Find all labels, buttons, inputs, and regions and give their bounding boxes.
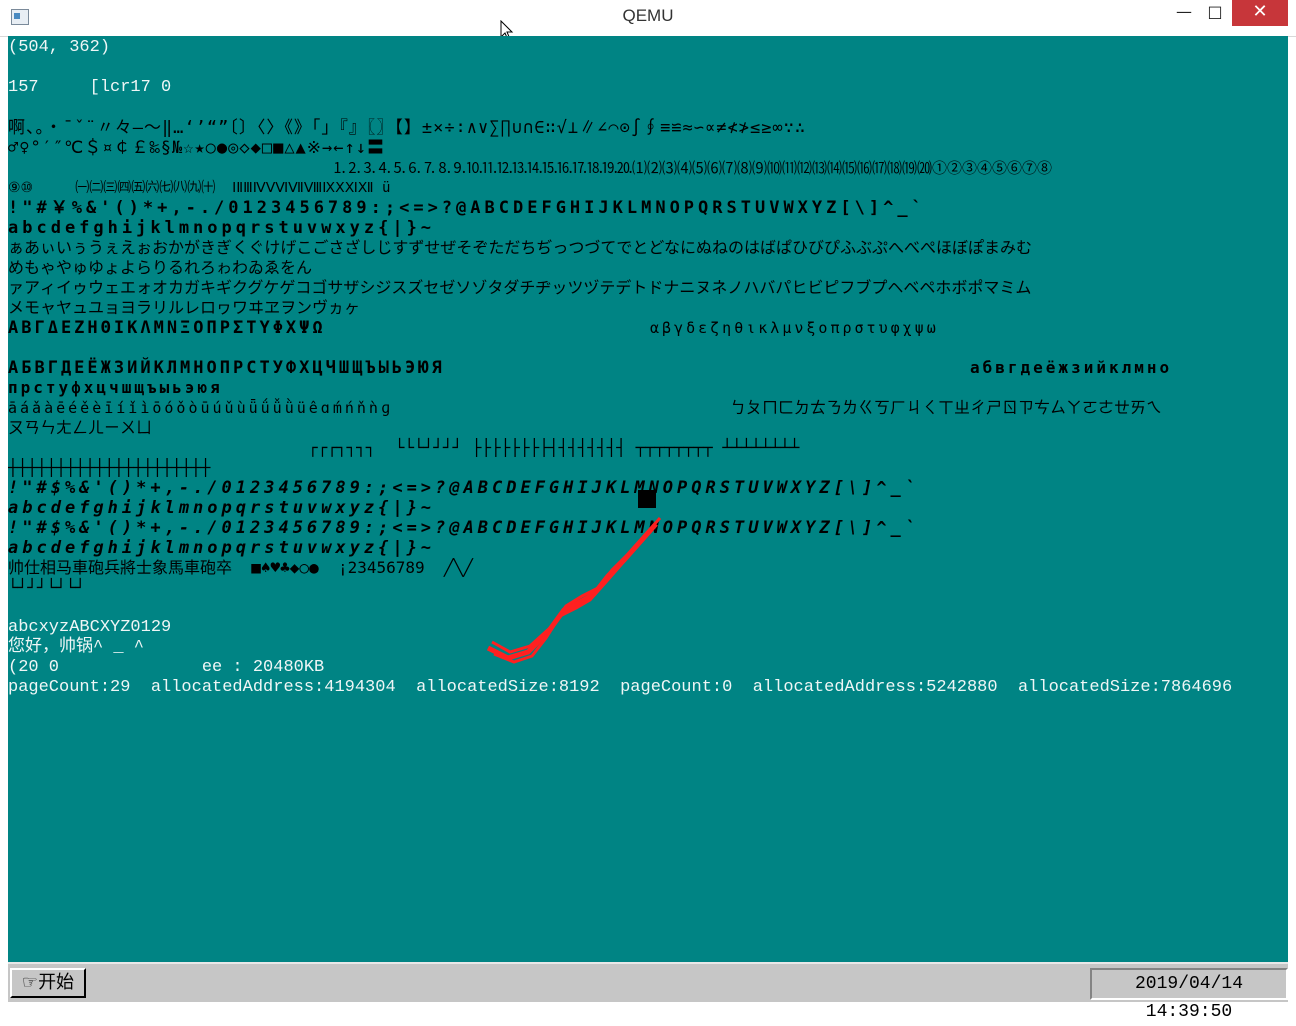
maximize-button[interactable]: □ (1199, 0, 1231, 26)
window-title: QEMU (622, 6, 674, 25)
red-snake-trail (486, 517, 662, 664)
greeting-text-line: 您好，帅锅^ _ ^ (8, 638, 145, 657)
allocation-info-line: pageCount:29 allocatedAddress:4194304 al… (8, 678, 1233, 697)
minimize-button[interactable]: — (1168, 0, 1200, 26)
taskbar-clock: 2019/04/14 14:39:50 (1090, 968, 1288, 1022)
window-titlebar[interactable]: QEMU — □ ✕ (0, 0, 1296, 37)
memory-free-line: (20 0 ee : 20480KB (8, 658, 325, 677)
guest-screen[interactable]: (504, 362) 157 [lcr17 0 啊、。・ˉˇ¨〃々—～‖…‘’“… (8, 36, 1288, 962)
start-label: 开始 (38, 972, 75, 993)
sample-text-line: abcxyzABCXYZ0129 (8, 618, 172, 637)
start-button[interactable]: ☞开始 (10, 968, 86, 998)
taskbar: ☞开始 2019/04/14 14:39:50 (8, 962, 1288, 1022)
start-icon: ☞ (21, 972, 39, 993)
close-button[interactable]: ✕ (1232, 0, 1288, 26)
